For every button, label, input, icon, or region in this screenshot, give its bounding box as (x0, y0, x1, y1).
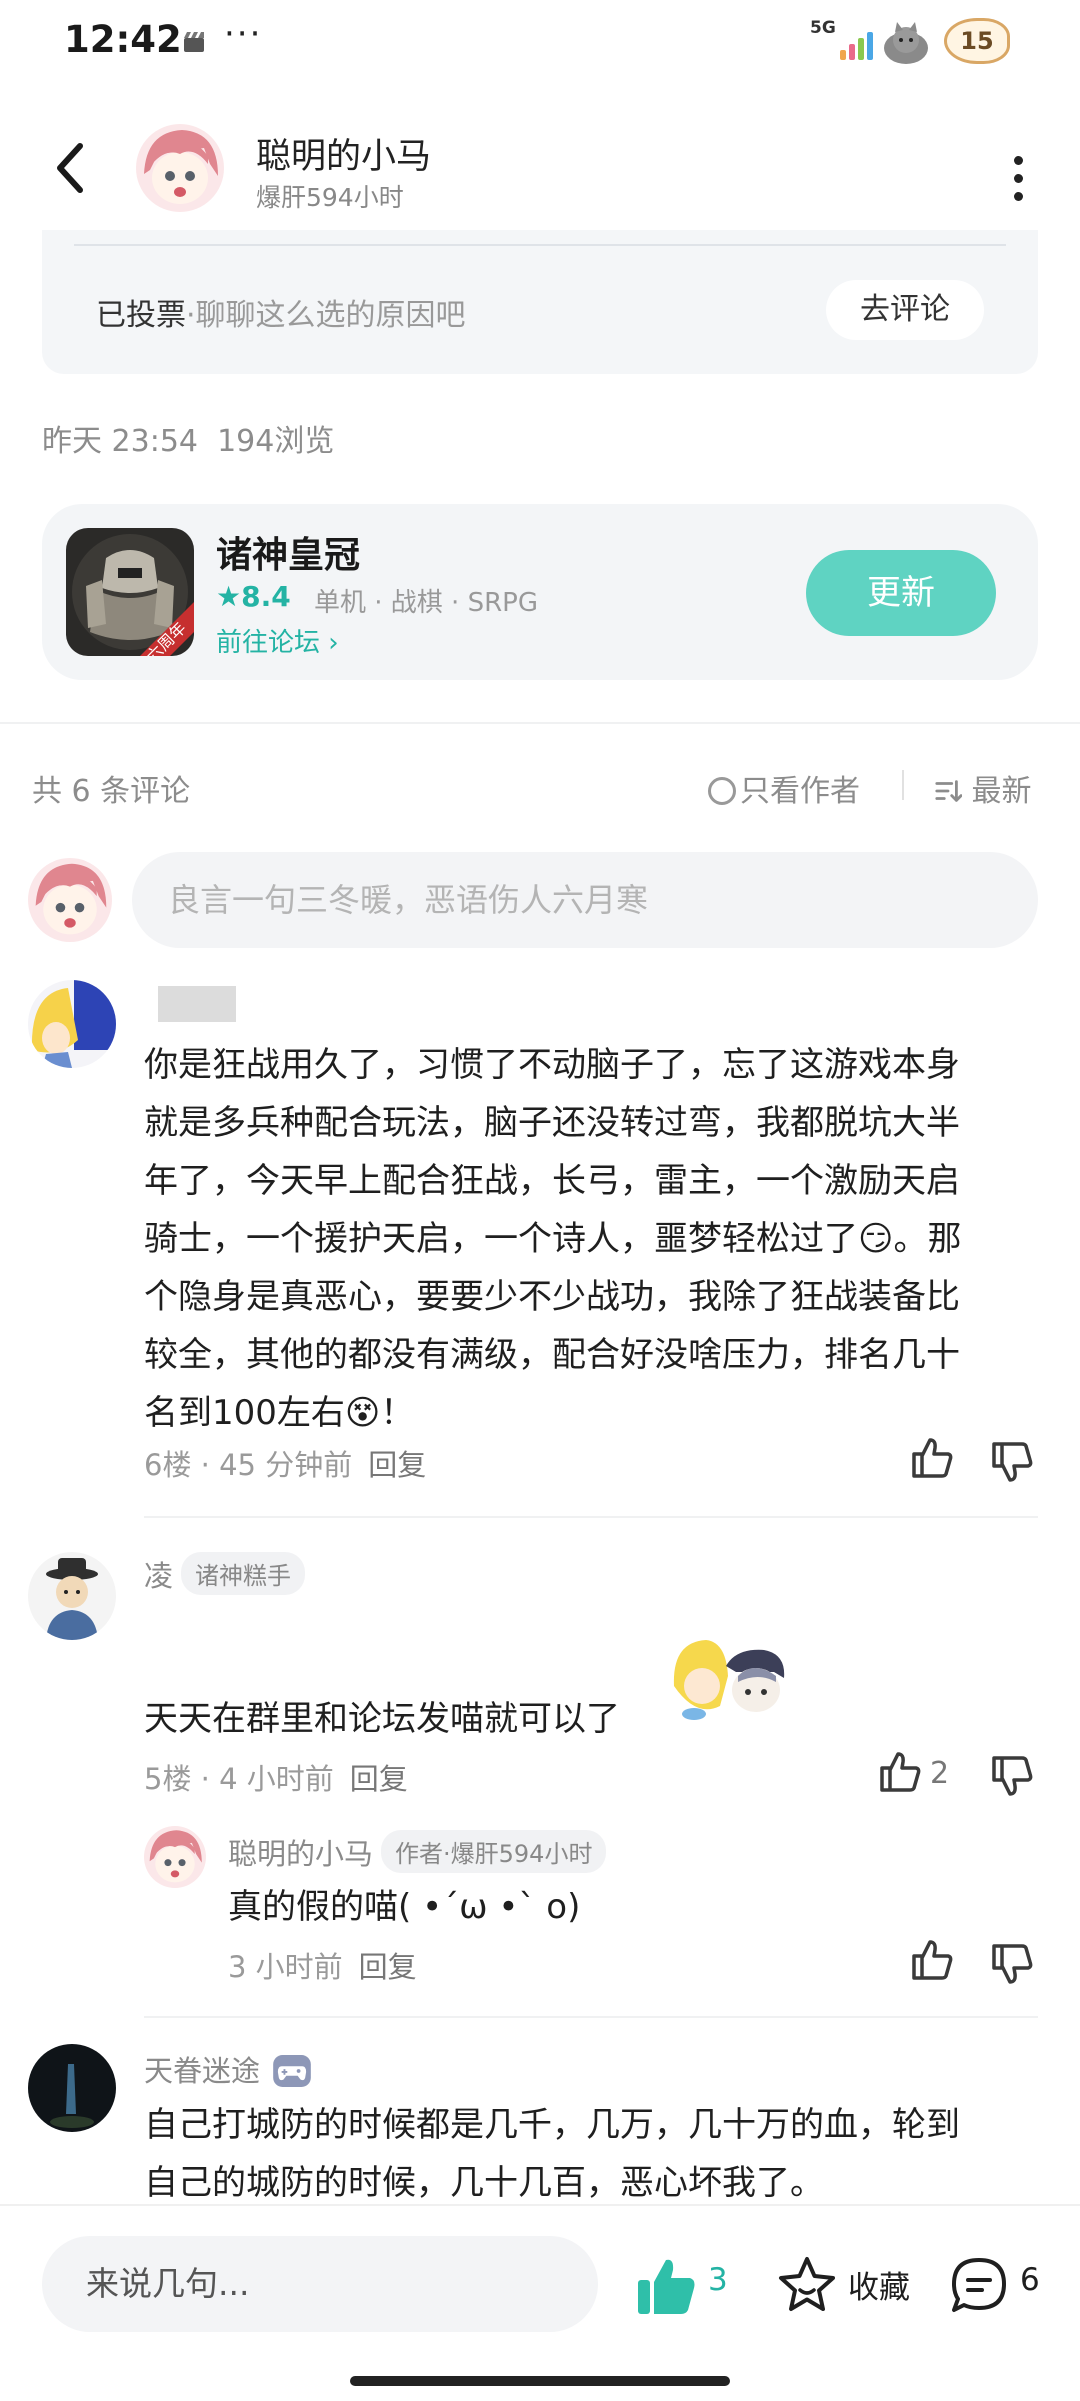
commenter-name[interactable]: 凌 (144, 1559, 173, 1593)
clapperboard-icon (184, 32, 204, 52)
like-filled-icon[interactable] (636, 2256, 698, 2316)
sort-icon (935, 780, 963, 802)
comment-count: 共 6 条评论 (32, 774, 191, 809)
commenter-name[interactable]: 天眷迷途 (144, 2054, 260, 2088)
status-bar: 12:42 ··· 5G 15 (0, 0, 1080, 82)
signal-icon (840, 32, 876, 60)
sticker-image (673, 1640, 785, 1720)
comment-floor-time: 6楼 · 45 分钟前 (144, 1448, 353, 1482)
vote-divider (74, 244, 1006, 246)
author-playtime: 爆肝594小时 (256, 183, 404, 212)
commenter-name-row: 凌诸神糕手 (144, 1552, 306, 1595)
game-tags: 单机 · 战棋 · SRPG (314, 588, 538, 618)
my-avatar (28, 858, 112, 942)
commenter-avatar[interactable] (28, 2044, 116, 2132)
post-meta: 昨天 23:54 194浏览 (42, 416, 334, 460)
game-title[interactable]: 诸神皇冠 (216, 526, 360, 578)
reply-body: 真的假的喵( •´ω •` o) (228, 1887, 581, 1927)
game-card[interactable]: 六周年 诸神皇冠 ★8.4 单机 · 战棋 · SRPG 前往论坛 › 更新 (42, 504, 1038, 680)
favorite-label[interactable]: 收藏 (848, 2262, 910, 2307)
post-time: 昨天 23:54 (42, 424, 198, 459)
status-more-dots: ··· (224, 14, 263, 54)
go-comment-button[interactable]: 去评论 (826, 280, 984, 340)
sort-label: 最新 (971, 774, 1032, 809)
section-divider (0, 722, 1080, 724)
sort-toggle[interactable]: 最新 (934, 766, 1032, 810)
cat-sticker-icon (884, 22, 928, 64)
comment-line: 你是狂战用久了，习惯了不动脑子了，忘了这游戏本身 (144, 1045, 960, 1085)
post-views: 194浏览 (217, 424, 335, 459)
comment-body: 天天在群里和论坛发喵就可以了 (144, 1699, 620, 1739)
commenter-avatar[interactable] (28, 1552, 116, 1640)
reply-button[interactable]: 回复 (359, 1950, 417, 1984)
comment-body: 自己打城防的时候都是几千，几万，几十万的血，轮到 自己的城防的时候，几十几百，恶… (144, 2096, 1044, 2212)
game-rating: ★8.4 (216, 580, 291, 613)
vote-status: 已投票·聊聊这么选的原因吧 (96, 290, 466, 334)
comment-bubble-icon[interactable] (948, 2254, 1010, 2316)
gamepad-badge-icon (273, 2055, 312, 2087)
post-comment-count: 6 (1020, 2262, 1040, 2298)
author-name[interactable]: 聪明的小马 (256, 128, 431, 179)
vote-card: 已投票·聊聊这么选的原因吧 去评论 (42, 230, 1038, 374)
post-header: 聪明的小马 爆肝594小时 (0, 110, 1080, 230)
more-options-icon[interactable] (1010, 156, 1026, 201)
vote-prompt: ·聊聊这么选的原因吧 (186, 298, 466, 333)
battery-icon: 15 (944, 18, 1010, 64)
back-arrow-icon[interactable] (48, 138, 92, 198)
post-like-count: 3 (708, 2262, 728, 2298)
reply-time: 3 小时前 (228, 1950, 343, 1984)
comment-floor-time: 5楼 · 4 小时前 (144, 1762, 334, 1796)
reply-meta: 3 小时前 回复 (228, 1944, 417, 1986)
author-only-toggle[interactable]: 只看作者 (708, 766, 860, 810)
comment-body: 你是狂战用久了，习惯了不动脑子了，忘了这游戏本身 就是多兵种配合玩法，脑子还没转… (144, 1036, 1044, 1442)
commenter-avatar[interactable] (28, 980, 116, 1068)
vote-voted-label: 已投票 (96, 298, 186, 333)
redacted-username (158, 986, 236, 1022)
reply-avatar[interactable] (144, 1826, 206, 1888)
thumbs-up-icon[interactable] (878, 1750, 922, 1794)
comment-line: 名到100左右😵！ (144, 1393, 415, 1433)
comment-divider (144, 1516, 1038, 1518)
commenter-name-row: 天眷迷途 (144, 2048, 312, 2090)
commenter-badge: 诸神糕手 (181, 1552, 306, 1595)
comment-line: 自己打城防的时候都是几千，几万，几十万的血，轮到 (144, 2105, 960, 2145)
comment-meta: 5楼 · 4 小时前 回复 (144, 1756, 408, 1798)
home-indicator[interactable] (350, 2376, 730, 2386)
thumbs-down-icon[interactable] (990, 1440, 1034, 1484)
status-right-group: 5G 15 (810, 16, 1010, 68)
bottom-comment-input[interactable]: 来说几句... (42, 2236, 598, 2332)
status-time: 12:42 (64, 18, 182, 61)
like-count: 2 (930, 1756, 950, 1791)
comment-meta: 6楼 · 45 分钟前 回复 (144, 1442, 426, 1484)
comment-line: 就是多兵种配合玩法，脑子还没转过弯，我都脱坑大半 (144, 1103, 960, 1143)
reply-name-row: 聪明的小马 作者·爆肝594小时 (228, 1830, 607, 1873)
author-only-label: 只看作者 (740, 774, 860, 809)
game-icon[interactable]: 六周年 (66, 528, 194, 656)
star-icon[interactable] (776, 2254, 838, 2316)
thumbs-up-icon[interactable] (910, 1436, 954, 1480)
header-separator (902, 770, 904, 800)
author-avatar[interactable] (136, 124, 224, 212)
thumbs-down-icon[interactable] (990, 1754, 1034, 1798)
game-forum-link[interactable]: 前往论坛 › (216, 622, 339, 659)
reply-author-name[interactable]: 聪明的小马 (228, 1837, 373, 1871)
thumbs-up-icon[interactable] (910, 1938, 954, 1982)
reply-author-badge: 作者·爆肝594小时 (381, 1830, 607, 1873)
update-button[interactable]: 更新 (806, 550, 996, 636)
radio-circle-icon (708, 777, 736, 805)
reply-button[interactable]: 回复 (368, 1448, 426, 1482)
comment-line: 年了，今天早上配合狂战，长弓，雷主，一个激励天启 (144, 1161, 960, 1201)
comment-line: 骑士，一个援护天启，一个诗人，噩梦轻松过了😏。那 (144, 1219, 962, 1259)
reply-button[interactable]: 回复 (350, 1762, 408, 1796)
comment-line: 较全，其他的都没有满级，配合好没啥压力，排名几十 (144, 1335, 960, 1375)
comment-divider (144, 2016, 1038, 2018)
comment-compose-input[interactable]: 良言一句三冬暖，恶语伤人六月寒 (132, 852, 1038, 948)
comment-line: 个隐身是真恶心，要要少不少战功，我除了狂战装备比 (144, 1277, 960, 1317)
thumbs-down-icon[interactable] (990, 1942, 1034, 1986)
bottom-action-bar: 来说几句... 3 收藏 6 (0, 2204, 1080, 2401)
network-label: 5G (810, 18, 836, 38)
